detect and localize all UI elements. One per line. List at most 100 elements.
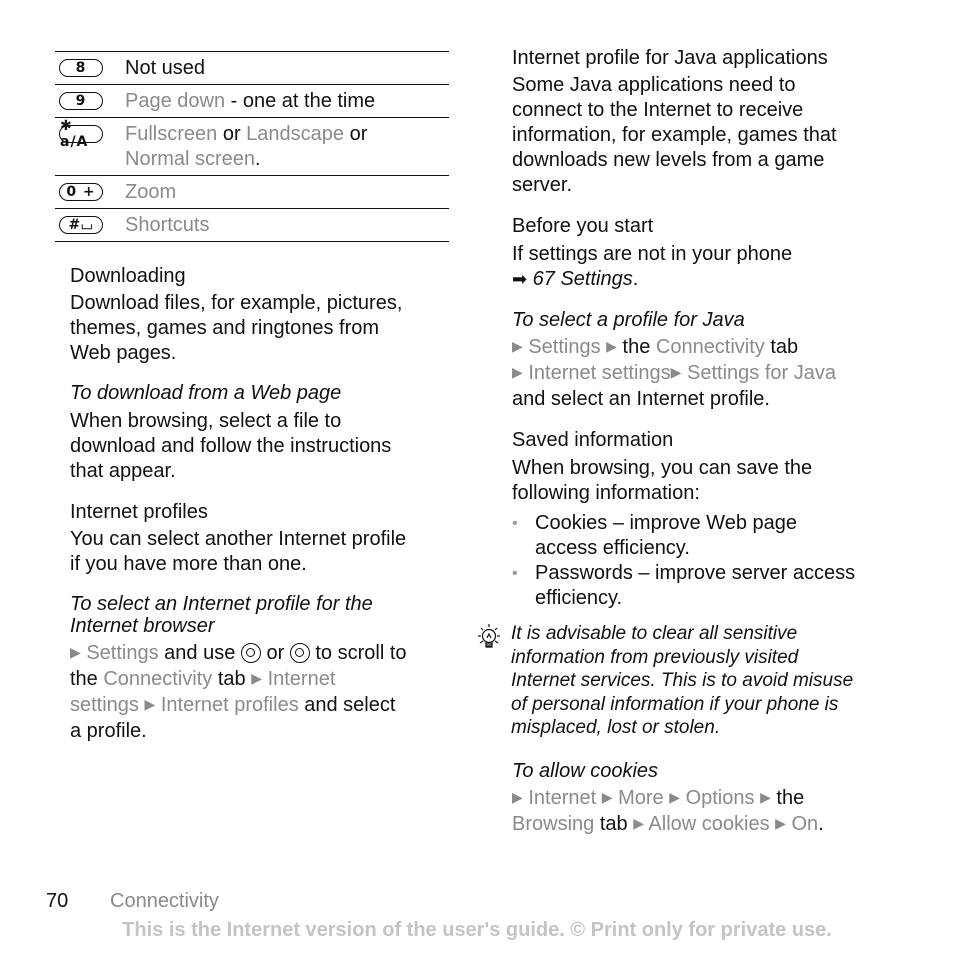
- text-line: connect to the Internet to receive: [512, 99, 804, 121]
- arrow-right-icon: ▶: [601, 789, 613, 805]
- list-item: • Cookies – improve Web page access effic…: [512, 511, 912, 561]
- profiles-heading: Internet profiles: [70, 501, 208, 523]
- left-column: Downloading Download files, for example,…: [70, 264, 460, 744]
- text: or: [344, 123, 368, 145]
- saved-heading: Saved information: [512, 429, 674, 451]
- downloading-text: Download files, for example, pictures, t…: [70, 291, 460, 366]
- select-task-heading: To select an Internet profile for the In…: [70, 593, 460, 637]
- text-line: When browsing, select a file to: [70, 410, 342, 432]
- text-line: To select an Internet profile for the: [70, 593, 373, 615]
- text-line: When browsing, you can save the: [512, 457, 813, 479]
- text-line: Web pages.: [70, 342, 177, 364]
- text: tab: [764, 336, 799, 358]
- text-line: Internet services. This is to avoid misu…: [511, 670, 854, 691]
- menu-ref-internet-settings: Internet settings: [528, 362, 671, 384]
- text: .: [255, 148, 261, 170]
- text: tab: [594, 813, 634, 835]
- reference-arrow-icon: ➡: [512, 269, 528, 289]
- key-function-text: Page down - one at the time: [125, 85, 425, 117]
- text: the: [70, 668, 104, 690]
- menu-ref-browsing: Browsing: [512, 813, 595, 835]
- copyright-note: This is the Internet version of the user…: [122, 919, 832, 941]
- text: or: [217, 123, 247, 145]
- list-item: • Passwords – improve server access effic…: [512, 561, 912, 611]
- text-line: information from previously visited: [511, 646, 799, 668]
- text-line: and select an Internet profile.: [512, 388, 770, 410]
- menu-ref-settings: Settings: [86, 642, 159, 664]
- text: to scroll to: [309, 642, 407, 664]
- text-line: following information:: [512, 482, 700, 504]
- downloading-heading: Downloading: [70, 265, 186, 287]
- text-line: ▶ Internet ▶ More ▶ Options ▶ the: [512, 786, 912, 812]
- arrow-right-icon: ▶: [775, 815, 786, 831]
- text-line: Browsing tab ▶ Allow cookies ▶ On.: [512, 812, 912, 838]
- bullet-icon: •: [512, 565, 518, 582]
- menu-ref-connectivity: Connectivity: [655, 336, 765, 358]
- text-line: information, for example, games that: [512, 124, 837, 146]
- cookies-section: To allow cookies ▶ Internet ▶ More ▶ Opt…: [512, 759, 912, 838]
- text-line: If settings are not in your phone: [512, 243, 793, 265]
- menu-ref-internet-profiles: Internet profiles: [160, 694, 299, 716]
- text-line: Passwords – improve server access: [535, 562, 856, 584]
- arrow-right-icon: ▶: [144, 696, 156, 712]
- text-line: efficiency.: [535, 587, 623, 609]
- arrow-right-icon: ▶: [512, 789, 523, 805]
- java-text: Some Java applications need to connect t…: [512, 73, 912, 198]
- key-function-table: 8 Not used 9 Page down - one at the time ✱ a…: [55, 51, 449, 242]
- text-line: ➡ 67 Settings.: [512, 268, 639, 290]
- text: and use: [158, 642, 241, 664]
- text-line: if you have more than one.: [70, 553, 307, 575]
- text-line: downloads new levels from a game: [512, 149, 825, 171]
- key-function-text: Zoom: [125, 176, 425, 208]
- text-line: ▶ Internet settings▶ Settings for Java: [512, 361, 912, 387]
- text-line: It is advisable to clear all sensitive: [511, 623, 798, 644]
- cookies-task-heading: To allow cookies: [512, 760, 659, 782]
- arrow-right-icon: ▶: [760, 789, 771, 805]
- key-function-text: Shortcuts: [125, 209, 425, 241]
- key-0-icon: 0 +: [59, 183, 103, 201]
- menu-ref-more: More: [618, 787, 664, 809]
- text-line: that appear.: [70, 460, 176, 482]
- key-8-icon: 8: [59, 59, 103, 77]
- tip-text: It is advisable to clear all sensitive i…: [511, 622, 853, 740]
- download-task-text: When browsing, select a file to download…: [70, 409, 460, 484]
- menu-ref: Normal screen: [125, 148, 256, 170]
- key-table-row: #⌴ Shortcuts: [55, 209, 449, 242]
- saved-text: When browsing, you can save the followin…: [512, 456, 912, 506]
- menu-ref-allow-cookies: Allow cookies: [648, 813, 770, 835]
- arrow-right-icon: ▶: [606, 338, 617, 354]
- arrow-right-icon: ▶: [512, 338, 523, 354]
- menu-ref: Shortcuts: [125, 214, 210, 236]
- text-line: Internet browser: [70, 615, 215, 637]
- profiles-text: You can select another Internet profile …: [70, 527, 460, 577]
- arrow-right-icon: ▶: [70, 644, 81, 660]
- text-line: Cookies – improve Web page: [535, 512, 797, 534]
- menu-ref-settings: settings: [70, 694, 139, 716]
- menu-ref-options: Options: [685, 787, 755, 809]
- key-table-row: ✱ a/A Fullscreen or Landscape or Normal s…: [55, 118, 449, 176]
- arrow-right-icon: ▶: [633, 815, 644, 831]
- text-line: a profile.: [70, 720, 147, 742]
- menu-ref-internet: Internet: [528, 787, 597, 809]
- key-star-icon: ✱ a/A: [59, 118, 103, 150]
- text-line: access efficiency.: [535, 537, 690, 559]
- text: or: [260, 642, 290, 664]
- tip-lightbulb-icon: [474, 622, 504, 660]
- text: tab: [212, 668, 252, 690]
- download-task-heading: To download from a Web page: [70, 382, 342, 404]
- menu-ref: Zoom: [125, 181, 177, 203]
- arrow-right-icon: ▶: [669, 789, 680, 805]
- nav-key-left-icon: [240, 643, 261, 663]
- saved-bullet-list: • Cookies – improve Web page access effic…: [512, 511, 912, 611]
- select-task-steps: ▶ Settings and use or to scroll to the C…: [70, 641, 460, 744]
- text: - one at the time: [225, 90, 376, 112]
- key-table-row: 8 Not used: [55, 52, 449, 85]
- text-line: ▶ Settings and use or to scroll to: [70, 641, 460, 667]
- page-reference[interactable]: 67 Settings: [533, 268, 633, 290]
- text-line: of personal information if your phone is: [511, 693, 839, 715]
- java-heading: Internet profile for Java applications: [512, 47, 828, 69]
- before-heading: Before you start: [512, 215, 654, 237]
- menu-ref-internet: Internet: [267, 668, 336, 690]
- arrow-right-icon: ▶: [670, 364, 682, 380]
- text-line: ▶ Settings ▶ the Connectivity tab: [512, 335, 912, 361]
